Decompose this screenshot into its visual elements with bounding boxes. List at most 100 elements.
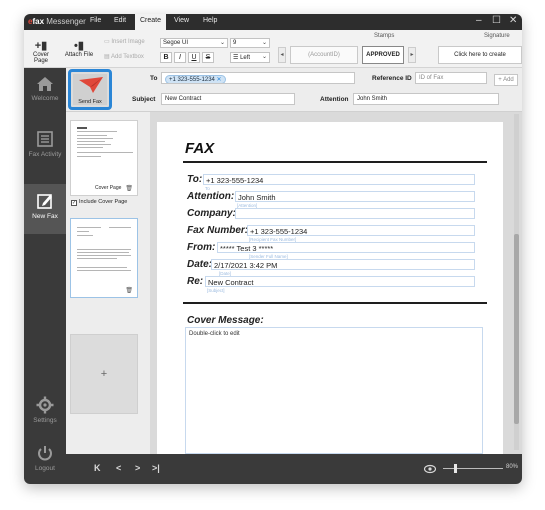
insert-image-button[interactable]: ▭ Insert Image bbox=[104, 38, 145, 45]
close-button[interactable]: ✕ bbox=[509, 15, 517, 26]
chevron-down-icon: ⌄ bbox=[261, 54, 267, 60]
subject-input[interactable]: New Contract bbox=[161, 93, 295, 105]
cover-message-textarea[interactable]: Double-click to edit bbox=[185, 327, 483, 454]
checkbox-check-icon: ✓ bbox=[71, 200, 77, 206]
re-row-value[interactable]: New Contract bbox=[205, 276, 475, 287]
menu-create[interactable]: Create bbox=[135, 14, 167, 30]
thumbnail-page-2[interactable]: 🗑 bbox=[70, 218, 138, 298]
menu-help[interactable]: Help bbox=[203, 17, 217, 24]
remove-icon[interactable]: ✕ bbox=[217, 77, 222, 83]
previous-page-button[interactable]: < bbox=[116, 463, 121, 473]
sidebar-item-new-fax[interactable]: New Fax bbox=[24, 184, 66, 234]
add-textbox-button[interactable]: ▤ Add Textbox bbox=[104, 53, 144, 60]
scrollbar-thumb[interactable] bbox=[514, 234, 519, 424]
zoom-slider[interactable] bbox=[443, 468, 503, 469]
fax-number-row-value[interactable]: +1 323-555-1234 bbox=[247, 225, 475, 236]
reference-id-label: Reference ID bbox=[372, 75, 412, 82]
first-page-button[interactable]: K bbox=[94, 463, 101, 473]
minimize-button[interactable]: – bbox=[476, 15, 482, 26]
sidebar-item-label: Welcome bbox=[31, 95, 59, 102]
page-navigation-bar: K < > >| 80% bbox=[66, 454, 522, 484]
editor-scrollbar[interactable] bbox=[514, 114, 519, 450]
reference-id-input[interactable]: ID of Fax bbox=[415, 72, 487, 84]
date-row-value[interactable]: 2/17/2021 3:42 PM bbox=[211, 259, 475, 270]
italic-button[interactable]: I bbox=[174, 52, 186, 63]
strikethrough-button[interactable]: S bbox=[202, 52, 214, 63]
font-size-select[interactable]: 9 ⌄ bbox=[230, 38, 270, 48]
attention-input[interactable]: John Smith bbox=[353, 93, 499, 105]
subject-label: Subject bbox=[132, 96, 156, 103]
to-label: To bbox=[150, 75, 158, 82]
date-row-label: Date: bbox=[187, 259, 213, 270]
sidebar-item-logout[interactable]: Logout bbox=[24, 444, 66, 484]
stamp-account-id[interactable]: (AccountID) bbox=[290, 46, 358, 64]
chevron-down-icon: ⌄ bbox=[261, 40, 267, 46]
send-fax-label: Send Fax bbox=[78, 99, 102, 105]
align-select[interactable]: ☰ Left ⌄ bbox=[230, 52, 270, 63]
sidebar-item-label: Logout bbox=[35, 465, 55, 472]
menu-view[interactable]: View bbox=[174, 17, 189, 24]
section-divider bbox=[183, 302, 487, 304]
zoom-slider-handle[interactable] bbox=[454, 464, 457, 473]
to-field[interactable]: +1 323-555-1234 ✕ bbox=[161, 72, 355, 84]
stamp-approved[interactable]: APPROVED bbox=[362, 46, 404, 64]
cover-page-icon: +▮ bbox=[34, 40, 48, 52]
to-row-value[interactable]: +1 323-555-1234 bbox=[203, 174, 475, 185]
include-cover-label: Include Cover Page bbox=[79, 199, 128, 205]
attach-file-button[interactable]: •▮ Attach File bbox=[64, 40, 94, 58]
fax-title: FAX bbox=[185, 140, 215, 157]
align-value: Left bbox=[240, 55, 251, 61]
font-size-value: 9 bbox=[233, 40, 237, 46]
sidebar-item-settings[interactable]: Settings bbox=[24, 396, 66, 436]
attention-label: Attention bbox=[320, 96, 349, 103]
attach-file-label: Attach File bbox=[64, 52, 94, 58]
document-editor: FAX To: +1 323-555-1234 To Attention: Jo… bbox=[150, 112, 522, 454]
add-page-button[interactable]: + bbox=[70, 334, 138, 414]
eye-icon bbox=[424, 464, 436, 474]
stamps-next-button[interactable]: ▸ bbox=[408, 47, 416, 63]
stamps-prev-button[interactable]: ◂ bbox=[278, 47, 286, 63]
attention-row-value[interactable]: John Smith bbox=[235, 191, 475, 202]
page-thumbnails: Cover Page 🗑 ✓ Include Cover Page 🗑 + bbox=[66, 112, 150, 454]
sidebar-item-fax-activity[interactable]: Fax Activity bbox=[24, 130, 66, 180]
company-row-value[interactable] bbox=[235, 208, 475, 219]
last-page-button[interactable]: >| bbox=[152, 463, 160, 473]
recipient-chip[interactable]: +1 323-555-1234 ✕ bbox=[165, 75, 226, 83]
ribbon-toolbar: +▮ Cover Page •▮ Attach File ▭ Insert Im… bbox=[24, 30, 522, 68]
from-row-label: From: bbox=[187, 242, 216, 253]
thumbnail-cover-label: Cover Page bbox=[95, 185, 122, 191]
maximize-button[interactable]: ☐ bbox=[492, 15, 501, 26]
include-cover-checkbox[interactable]: ✓ Include Cover Page bbox=[71, 199, 127, 206]
sidebar-item-welcome[interactable]: Welcome bbox=[24, 76, 66, 124]
to-row-label: To: bbox=[187, 174, 203, 185]
paper-plane-icon bbox=[79, 77, 103, 93]
create-signature-button[interactable]: Click here to create bbox=[438, 46, 522, 64]
next-page-button[interactable]: > bbox=[135, 463, 140, 473]
company-row-label: Company: bbox=[187, 208, 236, 219]
cover-page-label: Cover Page bbox=[32, 52, 49, 64]
re-row-hint: [Subject] bbox=[207, 288, 225, 293]
sidebar-item-label: New Fax bbox=[32, 213, 58, 220]
from-row-value[interactable]: ***** Test 3 ***** bbox=[217, 242, 475, 253]
trash-icon[interactable]: 🗑 bbox=[125, 185, 133, 192]
chevron-down-icon: ⌄ bbox=[219, 40, 225, 46]
send-fax-button[interactable]: Send Fax bbox=[68, 69, 112, 110]
fax-number-row-label: Fax Number: bbox=[187, 225, 249, 236]
cover-page-button[interactable]: +▮ Cover Page bbox=[26, 40, 56, 64]
thumbnail-cover-page[interactable]: Cover Page 🗑 bbox=[70, 120, 138, 196]
underline-button[interactable]: U bbox=[188, 52, 200, 63]
gear-icon bbox=[36, 396, 54, 414]
font-family-select[interactable]: Segoe UI ⌄ bbox=[160, 38, 228, 48]
menu-edit[interactable]: Edit bbox=[114, 17, 126, 24]
cover-message-label: Cover Message: bbox=[187, 315, 264, 326]
menu-bar: efax Messenger File Edit Create View Hel… bbox=[24, 14, 522, 30]
trash-icon[interactable]: 🗑 bbox=[125, 287, 133, 294]
insert-image-label: Insert Image bbox=[111, 39, 145, 45]
list-icon bbox=[37, 131, 53, 147]
add-recipient-button[interactable]: + Add bbox=[494, 74, 518, 86]
zoom-level: 80% bbox=[506, 464, 519, 470]
home-icon bbox=[37, 77, 53, 91]
bold-button[interactable]: B bbox=[160, 52, 172, 63]
plus-icon: + bbox=[100, 368, 108, 380]
menu-file[interactable]: File bbox=[90, 17, 101, 24]
